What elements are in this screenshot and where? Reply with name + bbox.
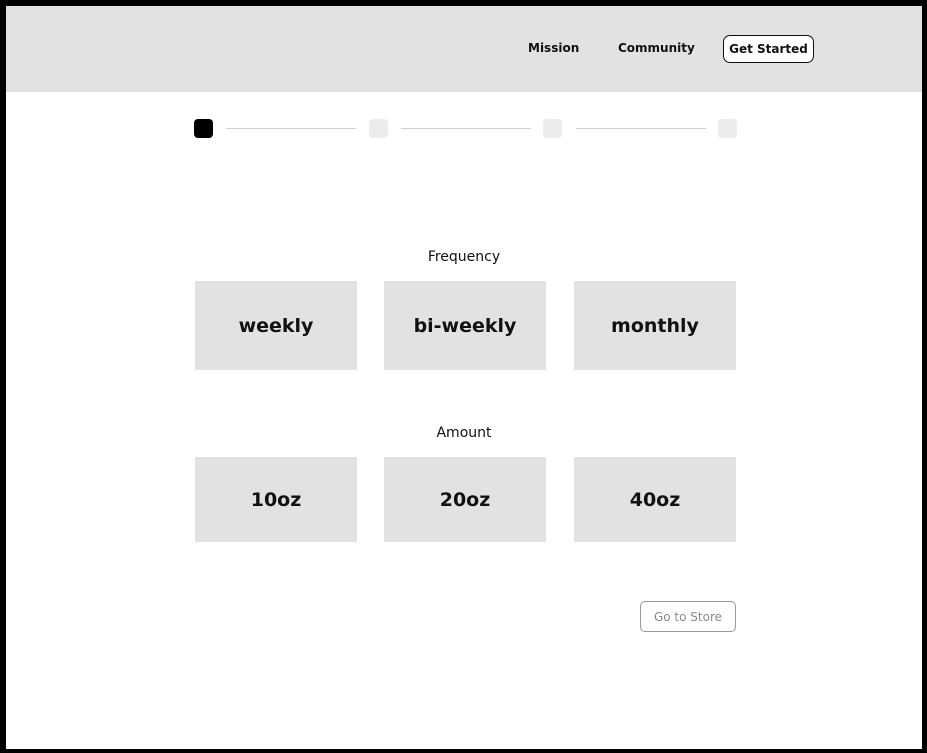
amount-option-10oz[interactable]: 10oz (195, 457, 357, 542)
frequency-option-bi-weekly[interactable]: bi-weekly (384, 281, 546, 370)
frequency-heading: Frequency (427, 249, 501, 265)
amount-option-20oz[interactable]: 20oz (384, 457, 546, 542)
step-4-indicator[interactable] (718, 119, 737, 138)
get-started-button[interactable]: Get Started (723, 35, 814, 63)
frequency-option-weekly[interactable]: weekly (195, 281, 357, 370)
go-to-store-button[interactable]: Go to Store (640, 601, 736, 632)
amount-option-40oz[interactable]: 40oz (574, 457, 736, 542)
step-connector (401, 128, 531, 129)
step-2-indicator[interactable] (369, 119, 388, 138)
top-navbar: Mission Community Get Started (6, 6, 922, 92)
page-frame: Mission Community Get Started Frequency … (6, 6, 922, 749)
step-3-indicator[interactable] (543, 119, 562, 138)
step-connector (576, 128, 706, 129)
nav-link-mission[interactable]: Mission (528, 41, 579, 55)
step-connector (226, 128, 356, 129)
step-1-indicator[interactable] (194, 119, 213, 138)
amount-heading: Amount (436, 425, 492, 441)
frequency-option-monthly[interactable]: monthly (574, 281, 736, 370)
nav-link-community[interactable]: Community (618, 41, 695, 55)
